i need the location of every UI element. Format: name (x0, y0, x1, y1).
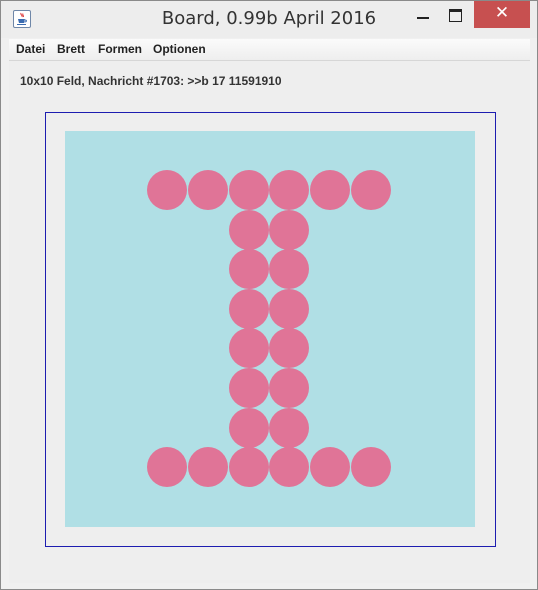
title-bar[interactable]: Board, 0.99b April 2016 ✕ (1, 1, 537, 38)
board-piece[interactable] (229, 408, 269, 448)
board-piece[interactable] (229, 249, 269, 289)
app-window: Board, 0.99b April 2016 ✕ Datei Brett Fo… (0, 0, 538, 590)
close-icon: ✕ (494, 3, 510, 22)
menu-optionen[interactable]: Optionen (153, 42, 206, 56)
game-board[interactable] (65, 131, 475, 527)
menu-datei[interactable]: Datei (16, 42, 45, 56)
board-piece[interactable] (147, 447, 187, 487)
board-piece[interactable] (269, 368, 309, 408)
board-piece[interactable] (229, 328, 269, 368)
board-piece[interactable] (351, 447, 391, 487)
status-message: 10x10 Feld, Nachricht #1703: >>b 17 1159… (20, 74, 282, 88)
board-piece[interactable] (351, 170, 391, 210)
board-piece[interactable] (269, 170, 309, 210)
menu-formen[interactable]: Formen (98, 42, 142, 56)
board-piece[interactable] (269, 447, 309, 487)
board-piece[interactable] (310, 170, 350, 210)
board-piece[interactable] (269, 210, 309, 250)
minimize-button[interactable] (409, 1, 439, 31)
board-piece[interactable] (229, 368, 269, 408)
board-piece[interactable] (229, 210, 269, 250)
board-piece[interactable] (229, 447, 269, 487)
board-piece[interactable] (147, 170, 187, 210)
board-piece[interactable] (229, 170, 269, 210)
board-piece[interactable] (269, 289, 309, 329)
board-piece[interactable] (188, 447, 228, 487)
menu-brett[interactable]: Brett (57, 42, 85, 56)
maximize-button[interactable] (441, 1, 471, 31)
board-piece[interactable] (269, 249, 309, 289)
board-piece[interactable] (229, 289, 269, 329)
minimize-icon (417, 17, 429, 19)
board-piece[interactable] (188, 170, 228, 210)
board-piece[interactable] (269, 408, 309, 448)
maximize-icon (449, 9, 462, 22)
close-button[interactable]: ✕ (474, 1, 530, 28)
board-piece[interactable] (269, 328, 309, 368)
menu-bar: Datei Brett Formen Optionen (9, 39, 530, 61)
board-piece[interactable] (310, 447, 350, 487)
